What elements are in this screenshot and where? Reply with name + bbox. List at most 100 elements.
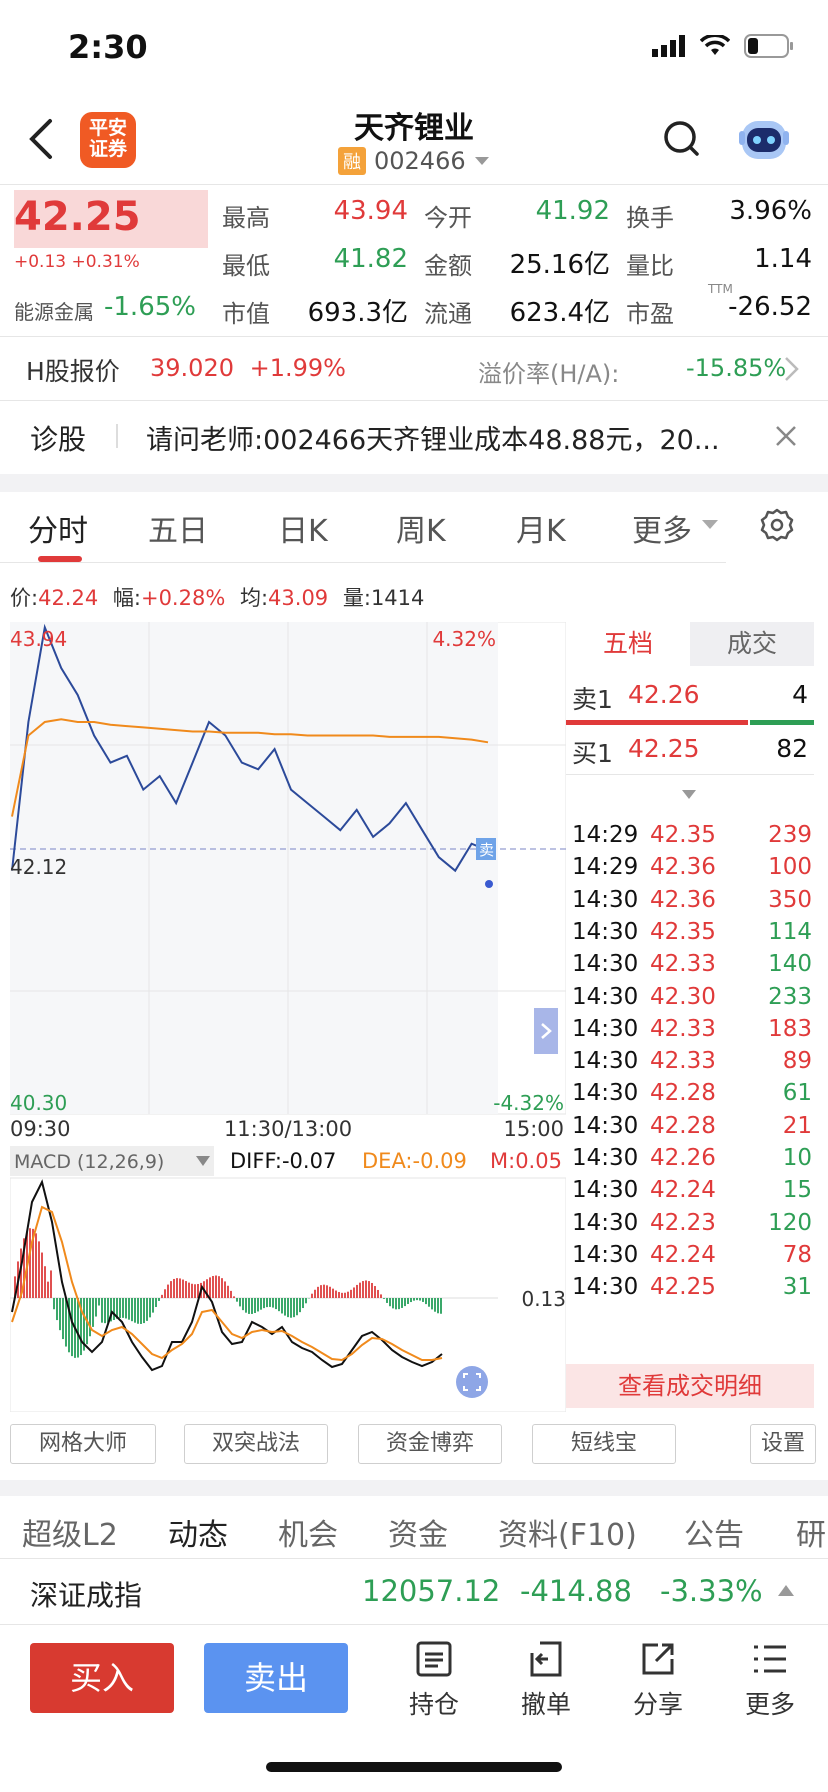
macd-bar bbox=[263, 1298, 265, 1309]
tab-five-levels[interactable]: 五档 bbox=[566, 622, 690, 666]
tool-button-0[interactable]: 网格大师 bbox=[10, 1424, 156, 1464]
news-tab-2[interactable]: 机会 bbox=[278, 1510, 338, 1554]
tab-trades[interactable]: 成交 bbox=[690, 622, 814, 666]
macd-bar bbox=[209, 1277, 211, 1298]
h-share-label: H股报价 bbox=[26, 357, 120, 386]
macd-bar bbox=[125, 1298, 127, 1319]
sector-label[interactable]: 能源金属 bbox=[14, 296, 94, 325]
tick-time: 14:30 bbox=[572, 1080, 639, 1107]
macd-label: MACD (12,26,9) bbox=[14, 1151, 164, 1173]
macd-bar bbox=[191, 1283, 193, 1298]
share-button[interactable]: 分享 bbox=[618, 1639, 698, 1721]
tab-0[interactable]: 分时 bbox=[28, 506, 88, 550]
tick-time: 14:30 bbox=[572, 1048, 639, 1075]
macd-bar bbox=[377, 1289, 379, 1298]
fullscreen-icon[interactable] bbox=[456, 1366, 488, 1398]
tick-volume: 89 bbox=[782, 1048, 812, 1075]
news-tab-4[interactable]: 资料(F10) bbox=[498, 1510, 637, 1554]
diagnosis-text: 请问老师:002466天齐锂业成本48.88元，20... bbox=[146, 425, 720, 456]
macd-bar bbox=[266, 1298, 268, 1308]
cancel-order-button[interactable]: 撤单 bbox=[506, 1639, 586, 1721]
stock-code-selector[interactable]: 融 002466 bbox=[338, 147, 490, 175]
macd-bar bbox=[401, 1298, 403, 1308]
macd-bar bbox=[275, 1298, 277, 1310]
macd-bar bbox=[368, 1281, 370, 1298]
stat-value: 43.94 bbox=[333, 196, 408, 226]
sell-button[interactable]: 卖出 bbox=[204, 1643, 348, 1713]
macd-bar bbox=[77, 1298, 79, 1358]
stat-label: 量比 bbox=[626, 252, 674, 280]
tick-time: 14:30 bbox=[572, 1112, 639, 1139]
tick-time: 14:30 bbox=[572, 1209, 639, 1236]
caret-up-icon bbox=[778, 1585, 794, 1596]
current-price: 42.25 bbox=[14, 194, 141, 240]
caret-down-icon[interactable] bbox=[682, 790, 696, 800]
macd-bar bbox=[122, 1298, 124, 1318]
news-tab-0[interactable]: 超级L2 bbox=[22, 1510, 118, 1554]
macd-bar bbox=[188, 1282, 190, 1298]
buy-button[interactable]: 买入 bbox=[30, 1643, 174, 1713]
macd-bar bbox=[410, 1298, 412, 1303]
news-tab-1[interactable]: 动态 bbox=[168, 1510, 228, 1554]
expand-orderbook-handle[interactable] bbox=[534, 1008, 558, 1054]
sell-strength-bar bbox=[566, 720, 748, 725]
macd-bar bbox=[101, 1298, 103, 1323]
macd-bar bbox=[419, 1298, 421, 1301]
tool-button-2[interactable]: 资金博弈 bbox=[358, 1424, 502, 1464]
macd-bar bbox=[242, 1298, 244, 1311]
stat-value: 623.4亿 bbox=[509, 298, 610, 328]
search-icon[interactable] bbox=[662, 119, 702, 159]
macd-bar bbox=[299, 1298, 301, 1313]
intraday-chart[interactable]: 卖 43.94 42.12 40.30 4.32% -4.32% 09:30 1… bbox=[10, 622, 566, 1412]
tool-button-1[interactable]: 双突战法 bbox=[184, 1424, 328, 1464]
tick-price: 42.35 bbox=[650, 822, 716, 848]
index-name: 深证成指 bbox=[30, 1579, 143, 1612]
document-icon bbox=[416, 1641, 452, 1677]
macd-bar bbox=[317, 1286, 319, 1298]
h-share-row[interactable]: H股报价 39.020 +1.99% 溢价率(H/A): -15.85% bbox=[0, 338, 828, 398]
tab-2[interactable]: 日K bbox=[278, 506, 328, 550]
tick-volume: 239 bbox=[768, 822, 812, 848]
tick-time: 14:30 bbox=[572, 918, 639, 945]
gear-icon[interactable] bbox=[760, 508, 794, 542]
macd-bar bbox=[59, 1298, 61, 1331]
macd-bar bbox=[392, 1298, 394, 1309]
news-tab-5[interactable]: 公告 bbox=[684, 1510, 744, 1554]
close-icon[interactable] bbox=[774, 424, 798, 448]
stat-value: 25.16亿 bbox=[509, 250, 610, 280]
macd-bar bbox=[236, 1298, 238, 1302]
macd-bar bbox=[437, 1298, 439, 1314]
caret-down-icon bbox=[474, 157, 489, 165]
macd-bar bbox=[293, 1298, 295, 1318]
more-label: 更多 bbox=[744, 1690, 795, 1719]
tick-row: 14:30 42.24 78 bbox=[572, 1242, 812, 1268]
tab-1[interactable]: 五日 bbox=[148, 506, 208, 550]
macd-bar bbox=[170, 1281, 172, 1298]
diagnosis-label: 诊股 bbox=[30, 423, 87, 456]
tick-volume: 61 bbox=[782, 1080, 812, 1107]
tool-button-3[interactable]: 短线宝 bbox=[532, 1424, 676, 1464]
news-tab-3[interactable]: 资金 bbox=[388, 1510, 448, 1554]
tab-3[interactable]: 周K bbox=[396, 506, 446, 550]
view-trade-detail-button[interactable]: 查看成交明细 bbox=[566, 1364, 814, 1408]
macd-bar bbox=[284, 1298, 286, 1316]
diagnosis-row[interactable]: 诊股 请问老师:002466天齐锂业成本48.88元，20... bbox=[0, 400, 828, 474]
tab-4[interactable]: 月K bbox=[516, 506, 566, 550]
last-point-marker bbox=[485, 880, 493, 888]
tick-price: 42.25 bbox=[650, 1274, 716, 1301]
info-avg: 43.09 bbox=[268, 586, 329, 610]
macd-bar bbox=[248, 1298, 250, 1314]
macd-bar bbox=[212, 1276, 214, 1298]
divider bbox=[0, 336, 828, 337]
chevron-right-icon bbox=[785, 357, 799, 381]
tab-5[interactable]: 更多 bbox=[632, 506, 692, 550]
tick-time: 14:29 bbox=[572, 822, 639, 848]
cursor-info-line: 价:42.24 幅:+0.28% 均:43.09 量:1414 bbox=[10, 582, 424, 612]
positions-button[interactable]: 持仓 bbox=[394, 1639, 474, 1721]
more-button[interactable]: 更多 bbox=[730, 1639, 810, 1721]
tick-volume: 78 bbox=[782, 1241, 812, 1268]
news-tab-6[interactable]: 研 bbox=[796, 1510, 828, 1554]
robot-assistant-icon[interactable] bbox=[736, 111, 792, 167]
tool-button-4[interactable]: 设置 bbox=[750, 1424, 816, 1464]
index-ticker[interactable]: 深证成指 12057.12 -414.88 -3.33% bbox=[0, 1560, 828, 1622]
